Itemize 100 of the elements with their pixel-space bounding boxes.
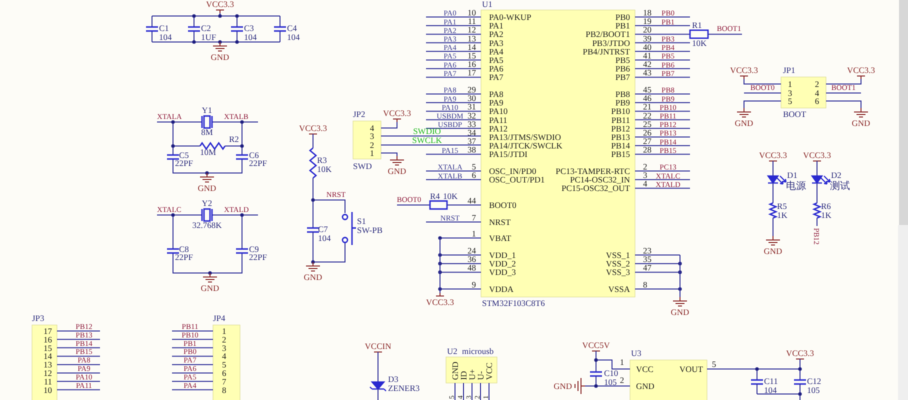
ground-label: GND — [670, 307, 690, 317]
pin-number: 37 — [468, 136, 476, 146]
component-value: 104 — [159, 32, 172, 42]
pin-name: PA2 — [489, 29, 504, 40]
pin-name: VDD_3 — [489, 267, 516, 278]
connector-body — [352, 120, 382, 160]
pin-number: 1 — [472, 228, 476, 238]
component-reference: C11 — [764, 376, 778, 386]
component-value: 10K — [317, 164, 332, 174]
wire — [426, 170, 482, 172]
push-button-symbol — [342, 211, 357, 246]
pin-name: BOOT0 — [489, 200, 516, 210]
pin-name: PA9 — [489, 98, 504, 108]
pin-name: OSC_IN/PD0 — [489, 166, 536, 176]
wire — [772, 218, 774, 236]
component-value: 105 — [604, 377, 617, 387]
wire — [426, 102, 482, 104]
pin-name: PB10 — [611, 106, 630, 116]
power-port-symbol — [796, 358, 804, 362]
wire — [56, 356, 100, 357]
power-label: VCC3.3 — [426, 297, 454, 307]
component-value: 1K — [821, 210, 832, 220]
pin-number: 34 — [468, 128, 476, 138]
component-value: 104 — [318, 233, 331, 243]
capacitor-symbol — [166, 248, 180, 254]
pin-name: VCC — [484, 362, 494, 380]
wire — [56, 347, 100, 348]
wire — [426, 110, 482, 112]
ground-symbol — [202, 272, 218, 282]
power-port-symbol — [592, 350, 600, 354]
power-label: VCC3.3 — [206, 0, 234, 9]
power-port-symbol — [436, 292, 444, 296]
component-reference: U1 — [482, 0, 492, 9]
wire — [480, 382, 481, 400]
ground-symbol — [736, 108, 752, 118]
pin-number: 4 — [643, 178, 648, 189]
ground-symbol — [672, 296, 688, 306]
pin-name: PA12 — [489, 123, 508, 134]
component-value: SWD — [353, 161, 372, 171]
wire — [634, 68, 690, 70]
component-reference: JP1 — [783, 65, 796, 75]
wire — [172, 380, 214, 382]
ground-label: GND — [764, 246, 782, 256]
pin-number: 8 — [222, 384, 226, 395]
component-reference: R4 — [430, 191, 440, 201]
capacitor-symbol — [235, 248, 249, 254]
pin-number: 30 — [468, 93, 476, 104]
pin-number: 16 — [468, 59, 476, 70]
component-reference: U3 — [631, 348, 642, 358]
component-reference: C6 — [249, 150, 259, 160]
pin-number: 39 — [643, 33, 652, 44]
capacitor-symbol — [750, 379, 764, 385]
component-value: microusb — [462, 346, 494, 356]
wire — [826, 92, 862, 94]
pin-name: VOUT — [679, 364, 703, 374]
component-value: 10K — [443, 191, 458, 201]
pin-name: PB15 — [611, 149, 630, 160]
wire — [634, 145, 690, 146]
pin-name: PA10 — [489, 106, 508, 116]
ground-label: GND — [554, 381, 572, 391]
pin-number: 5 — [472, 162, 476, 172]
pin-name: PB11 — [611, 114, 630, 125]
wire — [56, 372, 100, 374]
wire — [426, 76, 482, 78]
net-label: SWDIO — [413, 126, 441, 136]
wire — [172, 364, 214, 366]
pin-number: 15 — [468, 50, 476, 60]
pin-name: PA3 — [489, 38, 504, 48]
wire — [426, 34, 482, 35]
pin-number: 10 — [468, 8, 476, 18]
component-reference: JP2 — [353, 109, 366, 119]
component-value: 104 — [244, 32, 257, 42]
pin-name: PB2/BOOT1 — [586, 29, 630, 40]
pin-number: 18 — [643, 8, 652, 18]
pin-name: VSS_3 — [606, 267, 630, 278]
pin-number: 12 — [468, 24, 476, 35]
ground-label: GND — [198, 183, 216, 193]
pin-name: PB9 — [615, 98, 630, 108]
pin-name: PB5 — [615, 55, 630, 65]
ground-label: GND — [388, 166, 406, 176]
pin-number: 35 — [643, 254, 652, 264]
pin-name: VSSA — [608, 284, 630, 294]
wire — [744, 92, 782, 94]
pin-number: 16 — [44, 334, 52, 344]
component-value: 32.768K — [192, 220, 222, 230]
wire — [426, 16, 482, 18]
wire — [744, 100, 782, 108]
wire — [454, 382, 456, 400]
scrollbar-thumb[interactable] — [899, 0, 908, 225]
pin-number: 10 — [44, 384, 52, 395]
pin-number: 27 — [643, 136, 652, 146]
pin-name: PA8 — [489, 89, 504, 99]
power-port-symbol — [740, 76, 748, 80]
component-value: 8M — [201, 127, 213, 137]
pin-number: 14 — [468, 42, 476, 52]
power-port-symbol — [308, 134, 318, 138]
pin-number: 1 — [370, 148, 374, 158]
wire — [463, 382, 464, 400]
pin-name: PB3/JTDO — [592, 38, 630, 48]
capacitor-symbol — [306, 227, 320, 233]
